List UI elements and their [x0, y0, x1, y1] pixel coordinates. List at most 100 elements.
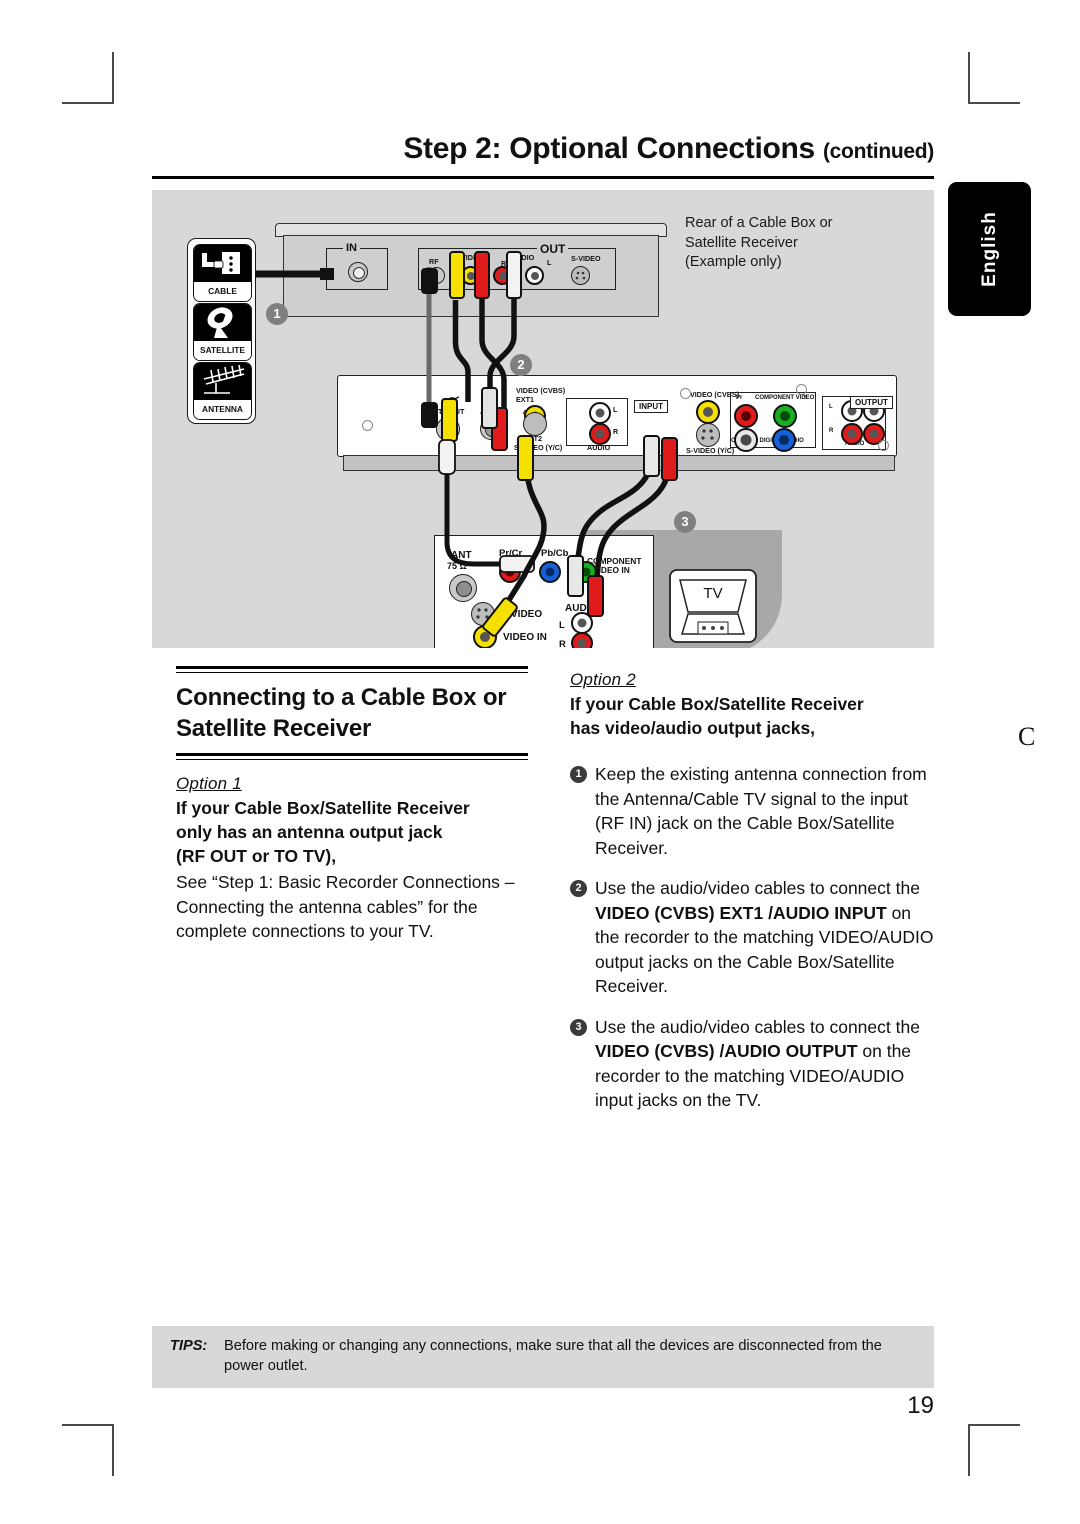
recorder-input-group: L R AUDIO	[566, 398, 628, 452]
tv-component-video-in-label: VIDEO IN	[593, 565, 630, 575]
recorder-component-y-label: Y	[803, 395, 808, 401]
recorder-body: TV-OUT ANT-IN VIDEO (CVBS) EXT1 EXT2 S-V…	[337, 375, 897, 457]
tv-pb-cb-label: Pb/Cb	[541, 548, 569, 559]
language-tab-label: English	[978, 211, 1000, 287]
section-title: Connecting to a Cable Box or Satellite R…	[176, 682, 528, 744]
tips-footer: TIPS: Before making or changing any conn…	[152, 1326, 934, 1388]
cable-box-audio-l-label: L	[547, 258, 552, 267]
recorder-output-audio-r-label: R	[829, 428, 834, 434]
tv-ant-label: ANT	[451, 550, 472, 561]
satellite-dish-icon	[194, 304, 251, 341]
step-1-text: Keep the existing antenna connection fro…	[595, 764, 927, 858]
diagram-caption-line3: (Example only)	[685, 254, 782, 270]
tv-pr-cr-label: Pr/Cr	[499, 548, 523, 559]
crop-mark-bottom-right	[968, 1424, 1020, 1476]
crop-mark-bottom-left	[62, 1424, 114, 1476]
cable-box-svideo-out-jack	[571, 266, 590, 285]
option-2-step-2: 2 Use the audio/video cables to connect …	[570, 876, 938, 999]
section-title-line1: Connecting to a Cable Box or	[176, 684, 507, 711]
recorder-tv-out-label: TV-OUT	[438, 407, 465, 416]
page-number: 19	[907, 1392, 934, 1419]
tv-audio-r-jack	[571, 632, 593, 648]
screw-hole	[362, 420, 373, 431]
cable-box-video-out-jack	[461, 266, 480, 285]
tips-text: Before making or changing any connection…	[224, 1338, 882, 1374]
tv-component-pb-jack	[539, 561, 561, 583]
signal-source-legend: CABLE SATELLITE ANTENNA	[187, 238, 256, 424]
title-rule	[152, 176, 934, 179]
page-title-continued: (continued)	[822, 140, 934, 163]
tv-video-in-label: VIDEO IN	[503, 632, 547, 643]
recorder-svideo-yc-in-label: S-VIDEO (Y/C)	[514, 443, 563, 452]
cable-box-out-group: OUT RF VIDEO R AUDIO L S-VIDEO	[418, 242, 616, 290]
legend-item-antenna: ANTENNA	[193, 362, 252, 420]
option-1-lead: If your Cable Box/Satellite Receiver onl…	[176, 796, 528, 868]
cable-box-video-label: VIDEO	[461, 253, 484, 262]
cable-box-rf-label: RF	[429, 257, 439, 266]
option-2-lead-line1: If your Cable Box/Satellite Receiver	[570, 694, 864, 714]
recorder-output-svideo-jack	[696, 423, 720, 447]
screw-hole	[680, 388, 691, 399]
step-1-bullet: 1	[570, 766, 587, 783]
option-1-body: See “Step 1: Basic Recorder Connections …	[176, 872, 515, 941]
option-1-lead-line1: If your Cable Box/Satellite Receiver	[176, 798, 470, 818]
recorder-output-video-cvbs-jack	[696, 400, 720, 424]
cable-wallplate-icon	[194, 245, 251, 282]
cable-box-audio-r-out-jack	[493, 266, 512, 285]
tv-video-in-jack	[473, 625, 497, 648]
recorder-component-pr-label: Pr	[736, 395, 743, 401]
option-2-lead: If your Cable Box/Satellite Receiver has…	[570, 692, 938, 740]
cable-box-audio-l-out-jack	[525, 266, 544, 285]
page-header: Step 2: Optional Connections (continued)	[152, 131, 934, 179]
recorder-coaxial-digital-jack	[734, 428, 758, 452]
legend-label-antenna: ANTENNA	[194, 400, 251, 419]
right-text-column: Option 2 If your Cable Box/Satellite Rec…	[570, 666, 938, 1129]
recorder-component-y-jack	[773, 404, 797, 428]
tv-svideo-label: S-VIDEO	[501, 609, 543, 620]
step-marker-1: 1	[266, 303, 288, 325]
recorder-video-cvbs-in-label: VIDEO (CVBS)	[516, 386, 566, 395]
recorder-input-group-label: INPUT	[634, 400, 668, 413]
diagram-caption: Rear of a Cable Box or Satellite Receive…	[685, 214, 833, 273]
section-rule-bottom	[176, 753, 528, 760]
option-2-lead-line2: has video/audio output jacks,	[570, 718, 816, 738]
step-2-bullet: 2	[570, 880, 587, 897]
cable-box-in-label: IN	[343, 242, 360, 254]
step-marker-3: 3	[674, 511, 696, 533]
recorder-input-audio-r-label: R	[613, 427, 619, 436]
recorder-ext2-svideo-jack	[523, 412, 525, 414]
option-2-label: Option 2	[570, 670, 636, 689]
recorder-output-audio-l-label: L	[829, 404, 833, 410]
section-title-line2: Satellite Receiver	[176, 715, 372, 742]
recorder-input-audio-l-jack	[589, 402, 611, 424]
page-title-main: Step 2: Optional Connections	[403, 132, 815, 165]
svg-text:TV: TV	[703, 585, 722, 602]
recorder-output-group-label: OUTPUT	[850, 396, 893, 409]
tv-audio-l-label: L	[559, 620, 565, 631]
step-marker-2: 2	[510, 354, 532, 376]
yagi-antenna-icon	[194, 363, 251, 400]
recorder-component-pb-jack	[772, 428, 796, 452]
step-3-bullet: 3	[570, 1018, 587, 1036]
recorder-input-audio-r-jack	[589, 423, 611, 445]
cable-box-audio-label: AUDIO	[511, 253, 535, 262]
screw-hole	[878, 440, 889, 451]
recorder-output-svideo-yc-label: S-VIDEO (Y/C)	[686, 446, 735, 455]
recorder-input-audio-l-label: L	[613, 405, 618, 414]
legend-item-cable: CABLE	[193, 244, 252, 302]
cable-box-face: IN OUT RF VIDEO R AUDIO L S-VIDEO	[283, 235, 659, 317]
step-2-text-bold: VIDEO (CVBS) EXT1 /AUDIO INPUT	[595, 902, 887, 923]
connection-diagram: Rear of a Cable Box or Satellite Receive…	[152, 190, 934, 648]
cable-box-out-label: OUT	[537, 242, 569, 256]
page-title: Step 2: Optional Connections (continued)	[152, 131, 934, 170]
step-3-text-bold: VIDEO (CVBS) /AUDIO OUTPUT	[595, 1041, 858, 1061]
diagram-caption-line2: Satellite Receiver	[685, 234, 798, 251]
option-1-lead-line3: (RF OUT or TO TV),	[176, 846, 337, 866]
recorder-output-audio-r-jack	[841, 423, 863, 445]
legend-item-satellite: SATELLITE	[193, 303, 252, 361]
recorder-rear-panel: TV-OUT ANT-IN VIDEO (CVBS) EXT1 EXT2 S-V…	[337, 375, 897, 477]
diagram-caption-line1: Rear of a Cable Box or	[685, 215, 833, 231]
tv-component-y-jack	[575, 561, 597, 583]
cable-box-in-group: IN	[326, 242, 388, 290]
recorder-ext2-jack	[523, 412, 547, 436]
